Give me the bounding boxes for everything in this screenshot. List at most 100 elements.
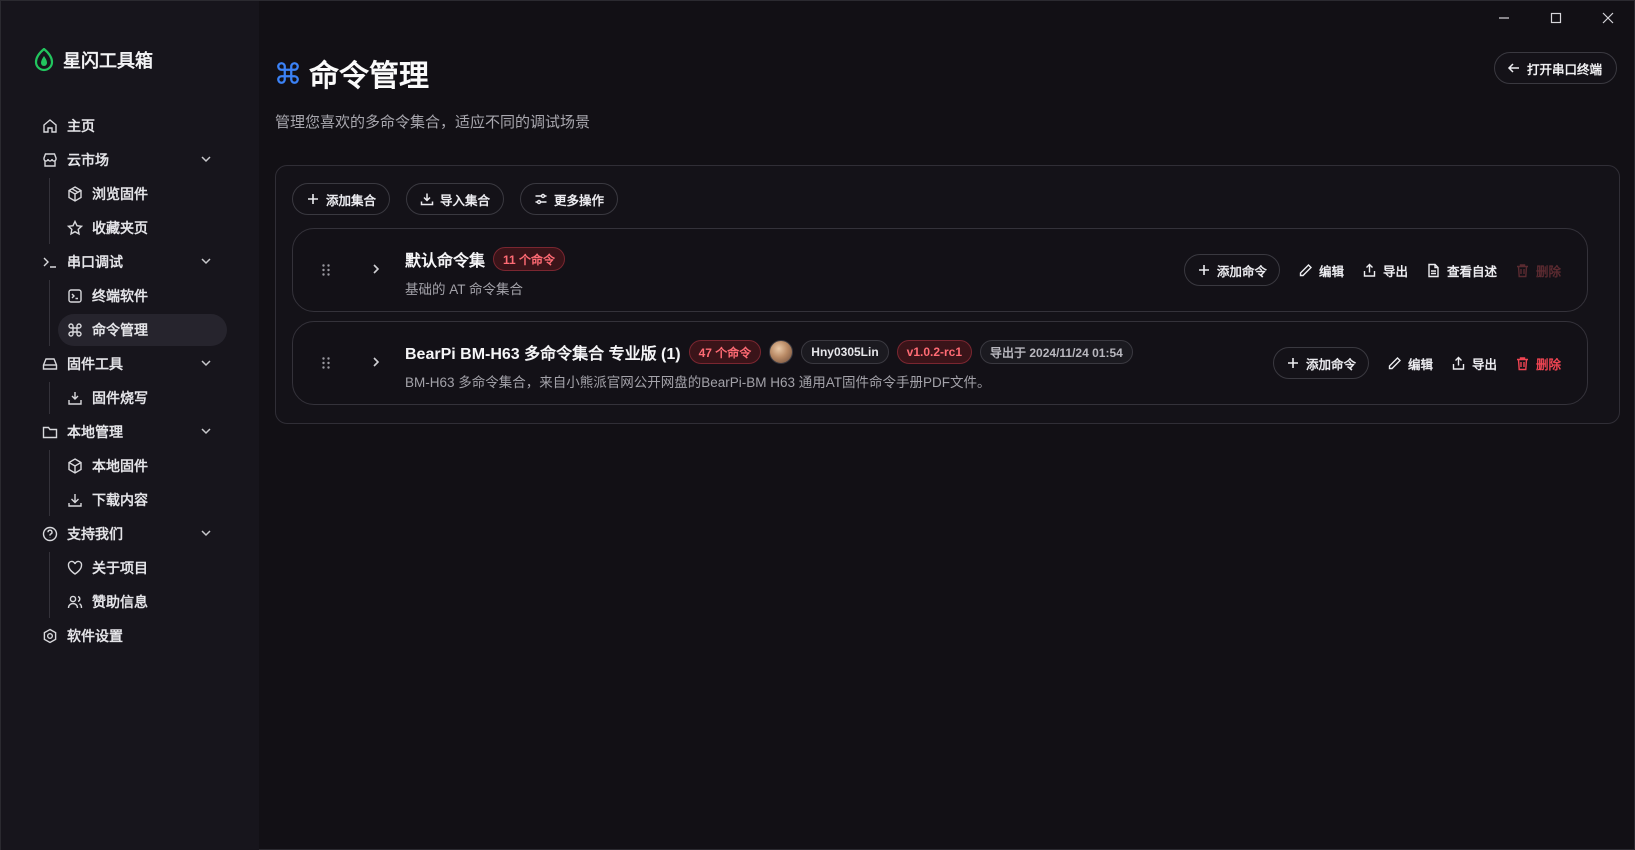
sidebar-group-firmware-tools[interactable]: 固件工具	[31, 348, 227, 380]
sidebar-item-label: 云市场	[67, 152, 109, 168]
delete-button[interactable]: 删除	[1515, 347, 1561, 379]
sliders-icon	[534, 192, 548, 206]
export-button[interactable]: 导出	[1362, 254, 1408, 286]
arrow-left-icon	[1507, 61, 1521, 75]
plus-icon	[1286, 356, 1300, 370]
more-actions-button[interactable]: 更多操作	[520, 183, 619, 215]
chevron-down-icon	[199, 424, 213, 438]
maximize-icon[interactable]	[1530, 1, 1582, 35]
trash-icon	[1515, 356, 1530, 371]
sidebar-item-label: 赞助信息	[92, 594, 148, 610]
collection-description: BM-H63 多命令集合，来自小熊派官网公开网盘的BearPi-BM H63 通…	[405, 375, 991, 390]
collections-panel: 添加集合 导入集合 更多操作 默认命令集 11 个命令 基础的 AT 命令集合 …	[275, 165, 1620, 424]
edit-label: 编辑	[1407, 357, 1433, 372]
sidebar-item-sponsor-info[interactable]: 赞助信息	[58, 586, 227, 618]
add-collection-button[interactable]: 添加集合	[292, 183, 391, 215]
collection-info: 默认命令集 11 个命令 基础的 AT 命令集合	[405, 246, 566, 298]
sidebar-item-settings[interactable]: 软件设置	[31, 620, 227, 652]
sidebar-item-favorites[interactable]: 收藏夹页	[58, 212, 227, 244]
sidebar-item-label: 串口调试	[67, 254, 123, 270]
sidebar-item-label: 本地管理	[67, 424, 123, 440]
sidebar-subnav-serial-debug: 终端软件 命令管理	[49, 280, 227, 346]
sidebar-item-downloads[interactable]: 下载内容	[58, 484, 227, 516]
minimize-icon[interactable]	[1478, 1, 1530, 35]
home-icon	[41, 117, 59, 135]
sidebar-group-local-management[interactable]: 本地管理	[31, 416, 227, 448]
sidebar-item-label: 本地固件	[92, 458, 148, 474]
drag-handle-icon[interactable]	[321, 263, 331, 277]
sidebar-item-command-management[interactable]: 命令管理	[58, 314, 227, 346]
sidebar-group-serial-debug[interactable]: 串口调试	[31, 246, 227, 278]
window-controls	[1478, 1, 1634, 35]
heart-icon	[66, 559, 84, 577]
delete-button[interactable]: 删除	[1515, 254, 1561, 286]
terminal-icon	[41, 253, 59, 271]
sidebar-item-label: 收藏夹页	[92, 220, 148, 236]
drag-handle-icon[interactable]	[321, 356, 331, 370]
share-icon	[1362, 263, 1377, 278]
add-command-button[interactable]: 添加命令	[1183, 254, 1280, 286]
chevron-right-icon[interactable]	[369, 355, 383, 369]
collection-name: 默认命令集	[405, 253, 486, 270]
store-icon	[41, 151, 59, 169]
collection-description: 基础的 AT 命令集合	[405, 282, 524, 297]
sidebar-item-firmware-flash[interactable]: 固件烧写	[58, 382, 227, 414]
chevron-down-icon	[199, 356, 213, 370]
command-icon	[275, 60, 301, 86]
sidebar-item-label: 命令管理	[92, 322, 148, 338]
sidebar-item-terminal-software[interactable]: 终端软件	[58, 280, 227, 312]
settings-icon	[41, 627, 59, 645]
collections-toolbar: 添加集合 导入集合 更多操作	[292, 183, 619, 215]
collection-card[interactable]: BearPi BM-H63 多命令集合 专业版 (1) 47 个命令 Hny03…	[292, 321, 1588, 405]
chevron-down-icon	[199, 152, 213, 166]
collection-actions: 添加命令 编辑 导出 查看自述 删除	[1183, 254, 1561, 286]
star-icon	[66, 219, 84, 237]
share-icon	[1451, 356, 1466, 371]
author-badge: Hny0305Lin	[801, 340, 889, 364]
plus-icon	[306, 192, 320, 206]
collection-actions: 添加命令 编辑 导出 删除	[1272, 347, 1561, 379]
edit-button[interactable]: 编辑	[1387, 347, 1433, 379]
sidebar-item-label: 下载内容	[92, 492, 148, 508]
collection-info: BearPi BM-H63 多命令集合 专业版 (1) 47 个命令 Hny03…	[405, 339, 1133, 391]
sidebar-item-local-firmware[interactable]: 本地固件	[58, 450, 227, 482]
sidebar: 星闪工具箱 主页 云市场 浏览固件 收藏夹页 串口调试 终端软件 命令管理 固件…	[1, 1, 259, 850]
sidebar-item-label: 固件工具	[67, 356, 123, 372]
users-icon	[66, 593, 84, 611]
export-button[interactable]: 导出	[1451, 347, 1497, 379]
sidebar-item-browse-firmware[interactable]: 浏览固件	[58, 178, 227, 210]
open-serial-terminal-label: 打开串口终端	[1526, 62, 1602, 77]
add-command-label: 添加命令	[1305, 357, 1356, 372]
sidebar-group-cloud-market[interactable]: 云市场	[31, 144, 227, 176]
download-icon	[66, 491, 84, 509]
sidebar-group-support-us[interactable]: 支持我们	[31, 518, 227, 550]
close-icon[interactable]	[1582, 1, 1634, 35]
command-icon	[66, 321, 84, 339]
sidebar-item-about-project[interactable]: 关于项目	[58, 552, 227, 584]
pencil-icon	[1387, 356, 1402, 371]
page-subtitle: 管理您喜欢的多命令集合，适应不同的调试场景	[275, 114, 591, 131]
chevron-right-icon[interactable]	[369, 262, 383, 276]
import-collection-button[interactable]: 导入集合	[406, 183, 505, 215]
edit-button[interactable]: 编辑	[1298, 254, 1344, 286]
app-window: 星闪工具箱 主页 云市场 浏览固件 收藏夹页 串口调试 终端软件 命令管理 固件…	[0, 0, 1635, 850]
sidebar-nav: 主页 云市场 浏览固件 收藏夹页 串口调试 终端软件 命令管理 固件工具 固件烧…	[31, 110, 227, 654]
open-serial-terminal-button[interactable]: 打开串口终端	[1493, 52, 1617, 84]
collection-card[interactable]: 默认命令集 11 个命令 基础的 AT 命令集合 添加命令 编辑 导出 查看自述…	[292, 228, 1588, 312]
sidebar-item-label: 浏览固件	[92, 186, 148, 202]
folder-icon	[41, 423, 59, 441]
edit-label: 编辑	[1318, 264, 1344, 279]
add-command-button[interactable]: 添加命令	[1272, 347, 1369, 379]
sidebar-subnav-firmware-tools: 固件烧写	[49, 382, 227, 414]
plus-icon	[1197, 263, 1211, 277]
view-readme-button[interactable]: 查看自述	[1426, 254, 1497, 286]
more-actions-label: 更多操作	[554, 193, 605, 208]
author-avatar	[769, 340, 794, 364]
chevron-down-icon	[199, 526, 213, 540]
version-badge: v1.0.2-rc1	[896, 340, 973, 364]
collection-name: BearPi BM-H63 多命令集合 专业版 (1)	[405, 346, 681, 363]
download-tray-icon	[66, 389, 84, 407]
sidebar-item-home[interactable]: 主页	[31, 110, 227, 142]
brand[interactable]: 星闪工具箱	[33, 47, 153, 73]
terminal-square-icon	[66, 287, 84, 305]
